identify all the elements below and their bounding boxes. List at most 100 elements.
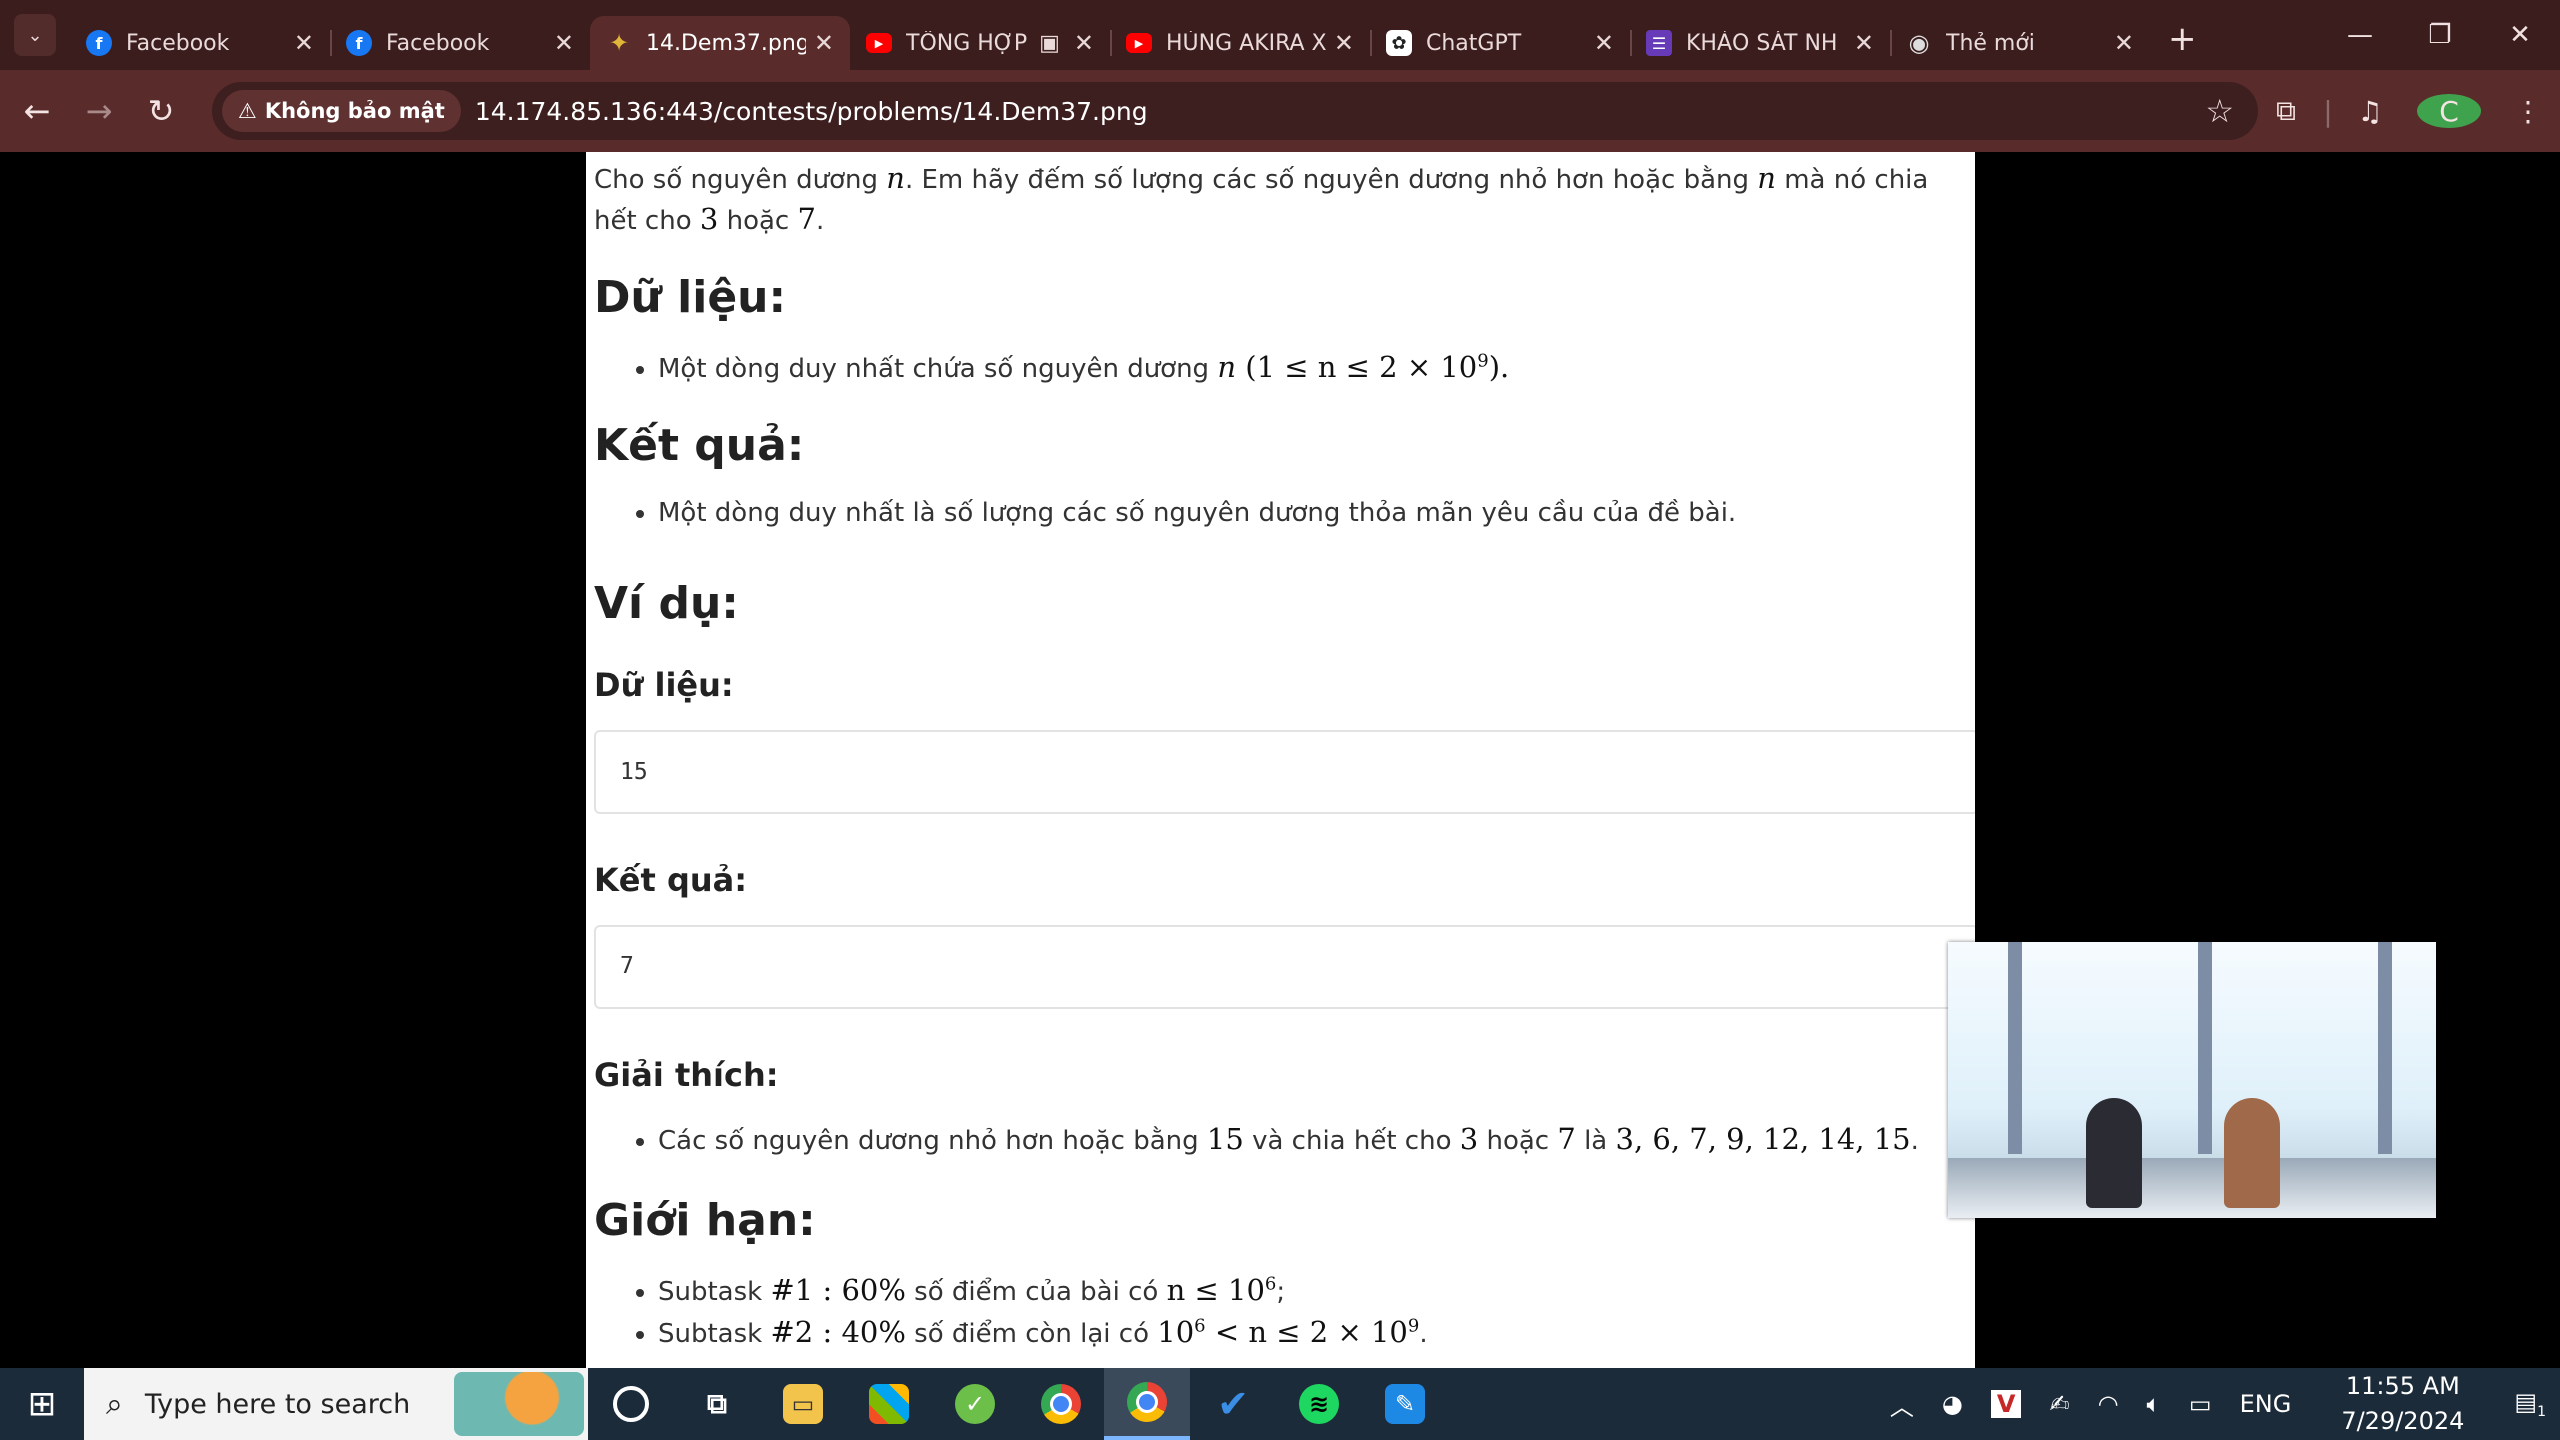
- math-expr: 10: [1157, 1315, 1195, 1350]
- tab-title: Facebook: [386, 30, 490, 56]
- tab-dem37[interactable]: ✦ 14.Dem37.png ✕: [590, 16, 850, 70]
- spotify-icon[interactable]: ≋: [1276, 1368, 1362, 1440]
- profile-avatar[interactable]: C: [2417, 94, 2481, 128]
- window-frame: [2008, 942, 2022, 1154]
- close-icon[interactable]: ✕: [294, 29, 314, 57]
- text: ;: [1276, 1276, 1286, 1307]
- exponent: 9: [1407, 1315, 1420, 1337]
- picture-in-picture-video[interactable]: [1948, 942, 2436, 1218]
- photo-editor-icon[interactable]: ✎: [1362, 1368, 1448, 1440]
- store-icon[interactable]: [846, 1368, 932, 1440]
- close-icon[interactable]: ✕: [2114, 29, 2134, 57]
- search-placeholder[interactable]: Type here to search: [145, 1389, 410, 1420]
- text: Một dòng duy nhất chứa số nguyên dương: [658, 353, 1218, 384]
- windows-taskbar: ⊞ ⌕ Type here to search ⧉ ▭ ✓ ✔ ≋ ✎ ︿ ◕ …: [0, 1368, 2560, 1440]
- exponent: 6: [1194, 1315, 1206, 1337]
- restore-icon[interactable]: ❐: [2400, 20, 2480, 50]
- math-var: n: [886, 161, 905, 195]
- discord-icon[interactable]: ◕: [1942, 1390, 1963, 1418]
- tab-facebook-1[interactable]: f Facebook ✕: [70, 16, 330, 70]
- text: . Em hãy đếm số lượng các số nguyên dươn…: [904, 165, 1758, 195]
- close-icon[interactable]: ✕: [1334, 29, 1354, 57]
- new-tab-button[interactable]: +: [2168, 19, 2197, 59]
- close-icon[interactable]: ✕: [554, 29, 574, 57]
- list-item: Subtask #2 : 40% số điểm còn lại có 106 …: [658, 1312, 1967, 1353]
- tab-facebook-2[interactable]: f Facebook ✕: [330, 16, 590, 70]
- reload-icon[interactable]: ↻: [130, 92, 192, 130]
- minimize-icon[interactable]: —: [2320, 20, 2400, 50]
- vnc-icon[interactable]: V: [1990, 1390, 2022, 1418]
- tab-new-tab[interactable]: ◉ Thẻ mới ✕: [1890, 16, 2150, 70]
- notification-count: 1: [2537, 1403, 2546, 1420]
- extensions-icon[interactable]: ⧉: [2254, 94, 2318, 128]
- tab-tong-hop[interactable]: ▶ TỔNG HỢP ▣ ✕: [850, 16, 1110, 70]
- network-icon[interactable]: ◠: [2098, 1390, 2119, 1418]
- browser-toolbar: ← → ↻ ⚠ Không bảo mật 14.174.85.136:443/…: [0, 70, 2560, 152]
- text: Subtask: [658, 1276, 771, 1307]
- math-var: n: [1757, 161, 1776, 195]
- forward-icon[interactable]: →: [68, 92, 130, 130]
- warning-icon: ⚠: [238, 99, 257, 123]
- math-expr: < n ≤ 2 × 10: [1205, 1315, 1408, 1350]
- windows-start-icon[interactable]: ⊞: [0, 1384, 84, 1424]
- floor: [1948, 1158, 2436, 1218]
- cortana-icon[interactable]: [588, 1368, 674, 1440]
- system-tray: ︿ ◕ V ✍ ◠ 🔈︎ ▭ ENG 11:55 AM 7/29/2024 ▤1: [1876, 1368, 2560, 1440]
- text: .: [815, 205, 825, 236]
- math-num: 3: [699, 201, 719, 236]
- search-highlight-image: [454, 1372, 584, 1436]
- chrome-center: [1050, 1393, 1072, 1415]
- math: #1 : 60%: [770, 1272, 906, 1307]
- store-glyph: [869, 1384, 909, 1424]
- back-icon[interactable]: ←: [6, 92, 68, 130]
- photo-editor-glyph: ✎: [1385, 1384, 1425, 1424]
- tab-title: ChatGPT: [1426, 30, 1522, 56]
- math: 106 < n ≤ 2 × 109: [1157, 1315, 1419, 1349]
- bookmark-star-icon[interactable]: ☆: [2205, 92, 2234, 130]
- close-icon[interactable]: ✕: [814, 29, 834, 57]
- todo-icon[interactable]: ✔: [1190, 1368, 1276, 1440]
- tab-search-button[interactable]: ⌄: [14, 14, 56, 56]
- close-icon[interactable]: ✕: [1594, 29, 1614, 57]
- clock[interactable]: 11:55 AM 7/29/2024: [2327, 1369, 2478, 1439]
- close-window-icon[interactable]: ✕: [2480, 20, 2560, 50]
- tab-title: Thẻ mới: [1946, 30, 2035, 56]
- todo-check-glyph: ✔: [1217, 1382, 1249, 1426]
- tab-hung-akira[interactable]: ▶ HÙNG AKIRA X ✕: [1110, 16, 1370, 70]
- menu-icon[interactable]: ⋮: [2496, 95, 2560, 128]
- address-bar[interactable]: ⚠ Không bảo mật 14.174.85.136:443/contes…: [212, 82, 2258, 140]
- example-heading: Ví dụ:: [594, 578, 739, 630]
- greenshot-icon[interactable]: ✓: [932, 1368, 1018, 1440]
- show-hidden-icons-icon[interactable]: ︿: [1890, 1387, 1914, 1422]
- task-view-icon[interactable]: ⧉: [674, 1368, 760, 1440]
- tab-list: f Facebook ✕ f Facebook ✕ ✦ 14.Dem37.png…: [70, 0, 2150, 70]
- media-control-icon[interactable]: ♫: [2338, 95, 2402, 128]
- volume-icon[interactable]: 🔈︎: [2147, 1390, 2161, 1418]
- chrome-center: [1136, 1391, 1158, 1413]
- figure-right: [2224, 1098, 2280, 1208]
- chrome-profile-icon[interactable]: [1104, 1368, 1190, 1440]
- math-num: 7: [797, 201, 816, 236]
- security-chip[interactable]: ⚠ Không bảo mật: [222, 90, 461, 132]
- tab-khao-sat[interactable]: ☰ KHẢO SÁT NH ✕: [1630, 16, 1890, 70]
- close-icon[interactable]: ✕: [1074, 29, 1094, 57]
- file-explorer-icon[interactable]: ▭: [760, 1368, 846, 1440]
- language-indicator[interactable]: ENG: [2240, 1390, 2292, 1418]
- list-item: Một dòng duy nhất là số lượng các số ngu…: [658, 495, 1967, 531]
- tab-chatgpt[interactable]: ✿ ChatGPT ✕: [1370, 16, 1630, 70]
- var: n: [886, 161, 905, 195]
- taskbar-search[interactable]: ⌕ Type here to search: [84, 1368, 588, 1440]
- text: và chia hết cho: [1243, 1126, 1460, 1157]
- url-text[interactable]: 14.174.85.136:443/contests/problems/14.D…: [475, 97, 1148, 126]
- var: n: [1757, 161, 1776, 195]
- facebook-icon: f: [346, 30, 372, 56]
- close-icon[interactable]: ✕: [1854, 29, 1874, 57]
- youtube-icon: ▶: [866, 33, 892, 53]
- notification-icon[interactable]: ▤1: [2514, 1388, 2546, 1420]
- chrome-icon[interactable]: [1018, 1368, 1104, 1440]
- pen-icon[interactable]: ✍: [2049, 1390, 2069, 1418]
- constraint: (1 ≤ n ≤ 2 × 10: [1245, 349, 1478, 384]
- spotify-glyph: ≋: [1299, 1384, 1339, 1424]
- battery-icon[interactable]: ▭: [2189, 1390, 2212, 1418]
- text: .: [1419, 1319, 1428, 1350]
